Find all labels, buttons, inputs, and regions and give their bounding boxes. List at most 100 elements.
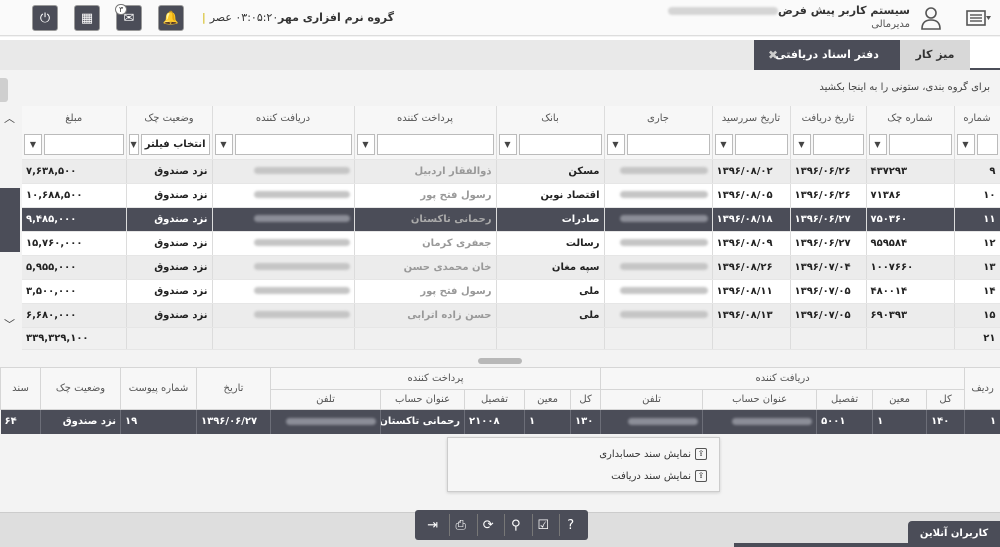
filter-dropdown[interactable]: ▼ [214, 134, 233, 156]
cell-receive-date: ۱۳۹۶/۰۷/۰۵ [790, 279, 867, 304]
col-due-date[interactable]: تاریخ سررسید [712, 106, 791, 131]
help-button[interactable]: ? [559, 514, 581, 536]
cell-amount: ۵,۹۵۵,۰۰۰ [22, 255, 127, 280]
export-button[interactable]: ⇥ [422, 514, 444, 536]
col-check-number[interactable]: شماره چک [866, 106, 955, 131]
scroll-up-icon[interactable]: ︿ [4, 110, 15, 126]
filter-dropdown[interactable]: ▼ [498, 134, 517, 156]
filter-input[interactable] [888, 134, 952, 156]
col-attachment-number[interactable]: شماره پیوست [120, 367, 197, 410]
col-receiver-account-title[interactable]: عنوان حساب [702, 389, 818, 410]
cell-status: نزد صندوق [126, 255, 213, 280]
col-payer-tafsil[interactable]: تفصیل [464, 389, 526, 410]
notifications-button[interactable]: 🔔 [158, 5, 184, 31]
grid-header-row: شماره شماره چک تاریخ دریافت تاریخ سررسید… [22, 106, 1000, 131]
col-payer-phone[interactable]: تلفن [269, 389, 382, 410]
filter-dropdown[interactable]: ▼ [792, 134, 811, 156]
power-button[interactable]: ⏻ [32, 5, 58, 31]
col-payer-account-title[interactable]: عنوان حساب [380, 389, 466, 410]
tab-bar: میز کار ✖ دفتر اسناد دریافتی [0, 37, 1000, 70]
filter-dropdown[interactable]: ▼ [868, 134, 887, 156]
cell-account [604, 279, 713, 304]
panel-splitter[interactable] [478, 358, 522, 364]
zoom-button[interactable]: ⚲ [504, 514, 526, 536]
cell-receive-date: ۱۳۹۶/۰۶/۲۶ [790, 159, 867, 184]
col-receiver-phone[interactable]: تلفن [600, 389, 704, 410]
col-check-status[interactable]: وضعیت چک [40, 367, 121, 410]
filter-dropdown[interactable]: ▼ [606, 134, 625, 156]
col-bank[interactable]: بانک [496, 106, 605, 131]
col-receiver-kol[interactable]: کل [926, 389, 966, 410]
menu-item-show-accounting-doc[interactable]: ⇪ نمایش سند حسابداری [599, 446, 707, 462]
cell-payer-tafsil: ۲۱۰۰۸ [464, 409, 526, 434]
calculator-icon: ▦ [80, 10, 94, 26]
filter-input[interactable] [976, 134, 998, 156]
scroll-down-icon[interactable]: ﹀ [4, 316, 15, 332]
cell-receiver-tafsil: ۵۰۰۱ [816, 409, 874, 434]
col-row[interactable]: ردیف [964, 367, 1000, 410]
table-row[interactable]: ۹ ۴۳۷۲۹۳ ۱۳۹۶/۰۶/۲۶ ۱۳۹۶/۰۸/۰۲ مسکن ذوال… [22, 159, 1000, 184]
filter-input[interactable] [626, 134, 710, 156]
tab-received-documents-label: دفتر اسناد دریافتی [775, 48, 879, 61]
filter-dropdown[interactable]: ▼ [956, 134, 975, 156]
table-row[interactable]: ۱۳ ۱۰۰۷۶۶۰ ۱۳۹۶/۰۷/۰۴ ۱۳۹۶/۰۸/۲۶ سپه مغا… [22, 255, 1000, 280]
user-icon[interactable] [920, 6, 942, 30]
col-number[interactable]: شماره [954, 106, 1000, 131]
cell-receive-date: ۱۳۹۶/۰۶/۲۶ [790, 183, 867, 208]
cell-receiver [212, 207, 355, 232]
cell-amount: ۳,۵۰۰,۰۰۰ [22, 279, 127, 304]
col-receiver[interactable]: دریافت کننده [212, 106, 355, 131]
col-document[interactable]: سند [0, 367, 41, 410]
menu-icon[interactable] [966, 8, 992, 28]
menu-item-show-receive-doc[interactable]: ⇪ نمایش سند دریافت [611, 468, 707, 484]
col-check-status[interactable]: وضعیت چک [126, 106, 213, 131]
filter-input[interactable] [518, 134, 602, 156]
cell-payer: رسول فتح پور [354, 183, 497, 208]
print-icon: ⎙ [455, 517, 466, 533]
col-receive-date[interactable]: تاریخ دریافت [790, 106, 867, 131]
close-tab-icon[interactable]: ✖ [768, 40, 778, 70]
checklist-button[interactable]: ☑ [531, 514, 554, 536]
filter-dropdown[interactable]: ▼ [128, 134, 139, 156]
col-receiver-moein[interactable]: معین [872, 389, 928, 410]
col-date[interactable]: تاریخ [196, 367, 271, 410]
filter-input[interactable] [812, 134, 864, 156]
filter-dropdown[interactable]: ▼ [714, 134, 733, 156]
detail-row[interactable]: ۱ ۱۴۰ ۱ ۵۰۰۱ ۱۳۰ ۱ ۲۱۰۰۸ رحمانی تاکستان … [0, 409, 1000, 434]
cell-payer: رحمانی تاکستان [354, 207, 497, 232]
tab-desk[interactable]: میز کار [900, 40, 970, 70]
table-row[interactable]: ۱۰ ۷۱۳۸۶ ۱۳۹۶/۰۶/۲۶ ۱۳۹۶/۰۸/۰۵ اقتصاد نو… [22, 183, 1000, 208]
table-row[interactable]: ۱۵ ۶۹۰۳۹۳ ۱۳۹۶/۰۷/۰۵ ۱۳۹۶/۰۸/۱۳ ملی حسن … [22, 303, 1000, 328]
filter-input[interactable] [234, 134, 352, 156]
col-payer-kol[interactable]: کل [570, 389, 602, 410]
filter-dropdown[interactable]: ▼ [24, 134, 42, 156]
filter-input[interactable] [734, 134, 788, 156]
cell-check-number: ۷۵۰۳۶۰ [866, 207, 955, 232]
col-payer-moein[interactable]: معین [524, 389, 572, 410]
filter-dropdown[interactable]: ▼ [356, 134, 375, 156]
table-row-selected[interactable]: ۱۱ ۷۵۰۳۶۰ ۱۳۹۶/۰۶/۲۷ ۱۳۹۶/۰۸/۱۸ صادرات ر… [22, 207, 1000, 232]
cell-number: ۱۱ [954, 207, 1000, 232]
cell-payer-kol: ۱۳۰ [570, 409, 602, 434]
col-account[interactable]: جاری [604, 106, 713, 131]
cell-due-date: ۱۳۹۶/۰۸/۰۹ [712, 231, 791, 256]
side-panel-handle[interactable] [0, 78, 8, 102]
print-button[interactable]: ⎙ [449, 514, 471, 536]
cell-receiver [212, 279, 355, 304]
export-icon: ⇥ [427, 517, 439, 533]
table-row[interactable]: ۱۴ ۴۸۰۰۱۴ ۱۳۹۶/۰۷/۰۵ ۱۳۹۶/۰۸/۱۱ ملی رسول… [22, 279, 1000, 304]
calculator-button[interactable]: ▦ [74, 5, 100, 31]
col-payer[interactable]: پرداخت کننده [354, 106, 497, 131]
filter-input[interactable] [44, 134, 124, 156]
messages-button[interactable]: ۳ ✉ [115, 4, 142, 31]
table-row[interactable]: ۱۲ ۹۵۹۵۸۴ ۱۳۹۶/۰۶/۲۷ ۱۳۹۶/۰۸/۰۹ رسالت جع… [22, 231, 1000, 256]
status-filter-select[interactable]: انتخاب فیلتر [140, 134, 210, 156]
filter-input[interactable] [376, 134, 494, 156]
help-icon: ? [567, 517, 575, 533]
refresh-button[interactable]: ⟳ [476, 514, 499, 536]
clock: ۰۳:۰۵:۲۰ عصر| [202, 11, 279, 24]
col-receiver-tafsil[interactable]: تفصیل [816, 389, 874, 410]
cell-account [604, 255, 713, 280]
tab-received-documents[interactable]: ✖ دفتر اسناد دریافتی [754, 40, 900, 70]
col-amount[interactable]: مبلغ [22, 106, 127, 131]
